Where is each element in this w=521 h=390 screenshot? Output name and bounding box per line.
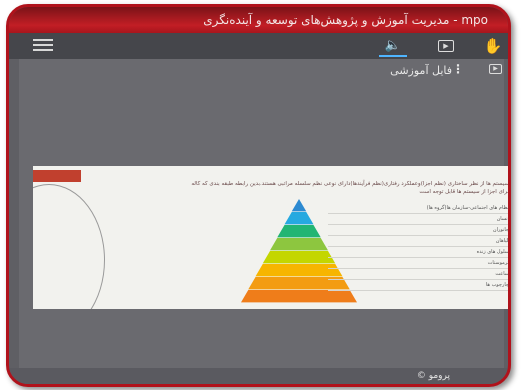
toolbar: 🔈 ▶ ✋ xyxy=(9,33,508,59)
slide: سیستم ها از نظر ساختاری (نظم اجزا)وعملکر… xyxy=(33,166,509,309)
list-item: سلول های زنده xyxy=(328,247,508,258)
pyramid-tier xyxy=(270,238,328,251)
list-item: انسان xyxy=(328,214,508,225)
pyramid-tier xyxy=(291,199,307,212)
app-title: مدیریت آموزش و پژوهش‌های توسعه و آینده‌ن… xyxy=(203,13,488,27)
panel-title: فایل آموزشی xyxy=(390,64,452,77)
slide-heading: سیستم ها از نظر ساختاری (نظم اجزا)وعملکر… xyxy=(191,181,509,195)
window-frame: مدیریت آموزش و پژوهش‌های توسعه و آینده‌ن… xyxy=(6,4,511,387)
hand-icon[interactable]: ✋ xyxy=(481,37,505,55)
slide-decoration xyxy=(33,184,105,309)
list-item: ترموستات xyxy=(328,258,508,269)
bottom-bar: © پرومو xyxy=(9,368,508,384)
list-item: نظام های اجتماعی-سازمان ها(گروه ها) xyxy=(328,203,508,214)
pyramid-tier xyxy=(284,212,314,225)
slide-accent-bar xyxy=(33,170,81,182)
pyramid-tier xyxy=(262,251,336,264)
pyramid-tier xyxy=(241,290,357,303)
title-bar: مدیریت آموزش و پژوهش‌های توسعه و آینده‌ن… xyxy=(9,7,508,33)
speaker-icon[interactable]: 🔈 xyxy=(379,37,407,57)
list-item: چارچوب ها xyxy=(328,280,508,291)
hierarchy-list: نظام های اجتماعی-سازمان ها(گروه ها) انسا… xyxy=(328,203,508,291)
list-item: ساعت xyxy=(328,269,508,280)
list-item: جانوران xyxy=(328,225,508,236)
footer-label: © پرومو xyxy=(416,371,450,381)
more-options-icon[interactable]: ⋮ xyxy=(452,62,464,76)
video-icon[interactable]: ▶ xyxy=(433,37,459,55)
panel-video-icon[interactable]: ▶ xyxy=(489,64,502,74)
list-item: گیاهان xyxy=(328,236,508,247)
pyramid-tier xyxy=(277,225,321,238)
hamburger-icon[interactable] xyxy=(33,39,53,53)
